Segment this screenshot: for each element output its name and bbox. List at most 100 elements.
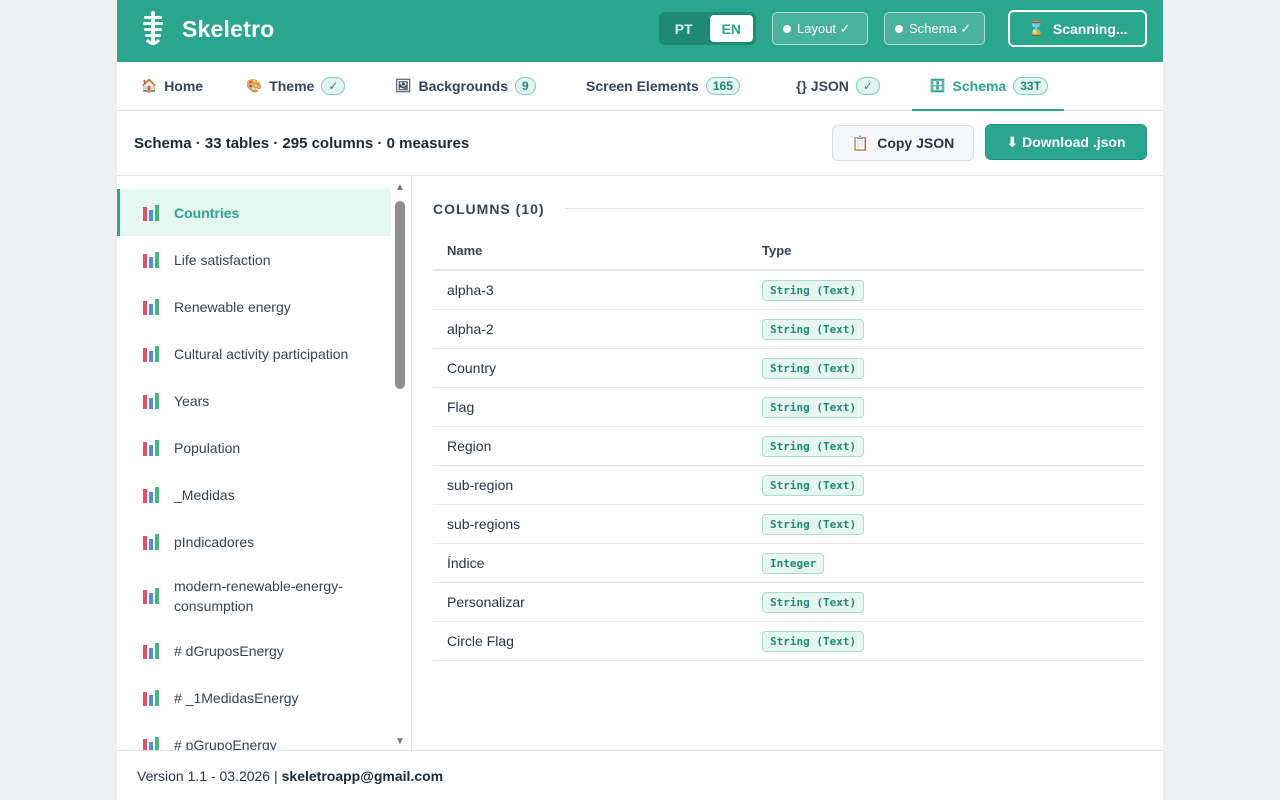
tab-schema[interactable]: 🗄 Schema 33T bbox=[912, 62, 1064, 111]
contact-email-link[interactable]: skeletroapp@gmail.com bbox=[282, 768, 443, 784]
check-badge: ✓ bbox=[321, 77, 346, 95]
column-name: sub-region bbox=[433, 465, 748, 505]
table-row: Índice Integer bbox=[433, 543, 1144, 583]
column-name: Flag bbox=[433, 387, 748, 427]
column-type-cell: String (Text) bbox=[748, 582, 1144, 622]
table-list-item[interactable]: Population bbox=[117, 424, 391, 471]
columns-section-title: COLUMNS (10) bbox=[433, 201, 545, 217]
bar-chart-icon bbox=[143, 392, 159, 409]
clipboard-icon: 📋 bbox=[851, 134, 870, 151]
table-list-item[interactable]: pIndicadores bbox=[117, 518, 391, 565]
type-badge: String (Text) bbox=[762, 357, 865, 379]
table-name: _Medidas bbox=[174, 486, 235, 503]
tab-home[interactable]: 🏠 Home bbox=[141, 62, 203, 110]
schema-toolbar: Schema · 33 tables · 295 columns · 0 mea… bbox=[117, 111, 1163, 176]
table-row: Region String (Text) bbox=[433, 426, 1144, 466]
table-name: Renewable energy bbox=[174, 298, 291, 315]
lang-en-option[interactable]: EN bbox=[709, 15, 753, 42]
language-toggle[interactable]: PT EN bbox=[659, 12, 756, 45]
download-json-button[interactable]: ⬇ Download .json bbox=[985, 124, 1147, 160]
table-row: alpha-2 String (Text) bbox=[433, 309, 1144, 349]
bar-chart-icon bbox=[143, 486, 159, 503]
table-list-item[interactable]: Life satisfaction bbox=[117, 236, 391, 283]
scan-button[interactable]: ⌛ Scanning... bbox=[1008, 10, 1147, 47]
type-badge: String (Text) bbox=[762, 591, 865, 613]
table-list-item[interactable]: Cultural activity participation bbox=[117, 330, 391, 377]
tab-backgrounds[interactable]: 🖼 Backgrounds 9 bbox=[395, 62, 536, 110]
scroll-up-arrow-icon[interactable]: ▲ bbox=[394, 182, 406, 194]
table-list-item[interactable]: # pGrupoEnergy bbox=[117, 721, 391, 750]
column-type-cell: Integer bbox=[748, 543, 1144, 583]
tab-label: Home bbox=[164, 78, 204, 94]
scrollbar-thumb[interactable] bbox=[395, 201, 405, 389]
copy-json-button[interactable]: 📋 Copy JSON bbox=[832, 125, 974, 161]
section-divider bbox=[565, 208, 1144, 209]
layout-status-pill[interactable]: Layout ✓ bbox=[772, 12, 868, 45]
tab-label: Schema bbox=[952, 78, 1007, 94]
type-badge: Integer bbox=[762, 552, 825, 574]
schema-status-pill[interactable]: Schema ✓ bbox=[884, 12, 985, 45]
bar-chart-icon bbox=[143, 298, 159, 315]
tab-label: Screen Elements bbox=[586, 78, 699, 94]
table-row: Country String (Text) bbox=[433, 348, 1144, 388]
bar-chart-icon bbox=[143, 533, 159, 550]
bar-chart-icon bbox=[143, 736, 159, 750]
table-name: # pGrupoEnergy bbox=[174, 736, 277, 751]
table-list-item[interactable]: Renewable energy bbox=[117, 283, 391, 330]
skeleton-logo-icon bbox=[143, 11, 163, 45]
column-name: Country bbox=[433, 348, 748, 388]
table-name: Life satisfaction bbox=[174, 251, 271, 268]
table-list-item[interactable]: Countries bbox=[117, 189, 391, 236]
table-list-item[interactable]: modern-renewable-energy-consumption bbox=[117, 565, 391, 627]
type-badge: String (Text) bbox=[762, 396, 865, 418]
palette-icon: 🎨 bbox=[246, 78, 263, 93]
bar-chart-icon bbox=[143, 642, 159, 659]
column-header-name: Name bbox=[433, 232, 748, 271]
table-name: # dGruposEnergy bbox=[174, 642, 284, 659]
tab-label: Backgrounds bbox=[418, 78, 508, 94]
scroll-down-arrow-icon[interactable]: ▼ bbox=[394, 736, 406, 748]
column-name: alpha-3 bbox=[433, 270, 748, 310]
type-badge: String (Text) bbox=[762, 474, 865, 496]
table-row: Personalizar String (Text) bbox=[433, 582, 1144, 622]
table-list-item[interactable]: _Medidas bbox=[117, 471, 391, 518]
column-type-cell: String (Text) bbox=[748, 621, 1144, 661]
scan-button-label: Scanning... bbox=[1052, 20, 1128, 37]
check-badge: ✓ bbox=[855, 77, 880, 95]
column-type-cell: String (Text) bbox=[748, 348, 1144, 388]
count-badge: 33T bbox=[1013, 77, 1048, 95]
table-list-item[interactable]: Years bbox=[117, 377, 391, 424]
table-row: Circle Flag String (Text) bbox=[433, 621, 1144, 661]
tab-theme[interactable]: 🎨 Theme ✓ bbox=[246, 62, 346, 110]
tab-json[interactable]: {} JSON ✓ bbox=[796, 62, 880, 110]
sidebar-scrollbar[interactable]: ▲ ▼ bbox=[394, 182, 406, 748]
bar-chart-icon bbox=[143, 588, 159, 604]
bar-chart-icon bbox=[143, 439, 159, 456]
table-list-item[interactable]: # _1MedidasEnergy bbox=[117, 674, 391, 721]
lang-pt-option[interactable]: PT bbox=[662, 15, 706, 42]
app-footer: Version 1.1 - 03.2026 | skeletroapp@gmai… bbox=[117, 750, 1163, 800]
tab-screen-elements[interactable]: Screen Elements 165 bbox=[586, 62, 740, 110]
column-name: Índice bbox=[433, 543, 748, 583]
table-name: Years bbox=[174, 392, 210, 409]
download-json-label: ⬇ Download .json bbox=[1006, 133, 1126, 150]
bar-chart-icon bbox=[143, 689, 159, 706]
type-badge: String (Text) bbox=[762, 513, 865, 535]
app-window: Skeletro PT EN Layout ✓ Schema ✓ ⌛ Scann… bbox=[117, 0, 1163, 800]
column-name: Circle Flag bbox=[433, 621, 748, 661]
bar-chart-icon bbox=[143, 251, 159, 268]
table-name: Countries bbox=[174, 204, 240, 221]
table-row: alpha-3 String (Text) bbox=[433, 270, 1144, 310]
count-badge: 165 bbox=[705, 77, 740, 95]
table-name: modern-renewable-energy-consumption bbox=[174, 578, 343, 614]
type-badge: String (Text) bbox=[762, 630, 865, 652]
column-type-cell: String (Text) bbox=[748, 270, 1144, 310]
column-type-cell: String (Text) bbox=[748, 504, 1144, 544]
table-name: Cultural activity participation bbox=[174, 345, 349, 362]
brand-name: Skeletro bbox=[182, 16, 275, 42]
version-text: Version 1.1 - 03.2026 | bbox=[137, 767, 278, 784]
app-header: Skeletro PT EN Layout ✓ Schema ✓ ⌛ Scann… bbox=[117, 0, 1163, 62]
table-list-item[interactable]: # dGruposEnergy bbox=[117, 627, 391, 674]
column-type-cell: String (Text) bbox=[748, 465, 1144, 505]
column-name: Region bbox=[433, 426, 748, 466]
